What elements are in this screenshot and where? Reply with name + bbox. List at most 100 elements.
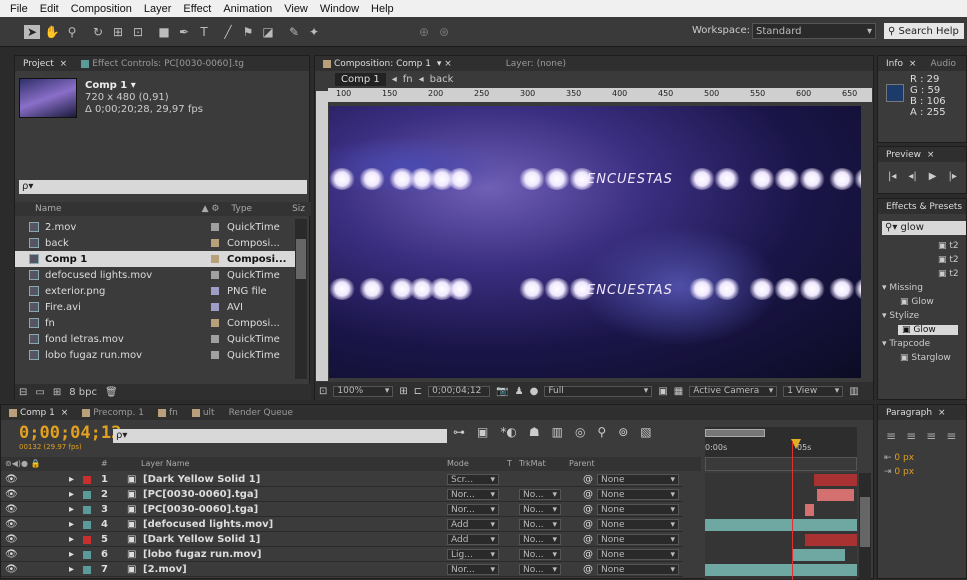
trkmat-dropdown[interactable]: No... ▾	[519, 504, 561, 515]
visibility-icon[interactable]: 👁	[5, 534, 18, 545]
puppet-tool-icon[interactable]: ✦	[306, 25, 322, 39]
camera-tool-icon[interactable]: ⊞	[110, 25, 126, 39]
prev-frame-icon[interactable]: ◂|	[908, 171, 916, 182]
project-item[interactable]: fond letras.mov QuickTime	[15, 331, 305, 347]
label-color[interactable]	[211, 335, 219, 343]
pan-behind-tool-icon[interactable]: ⊡	[130, 25, 146, 39]
first-frame-icon[interactable]: |◂	[888, 171, 896, 182]
col-layer-name[interactable]: Layer Name	[141, 459, 189, 468]
align-right-icon[interactable]: ≡	[926, 429, 936, 443]
col-t[interactable]: T	[507, 459, 512, 468]
camera-dropdown[interactable]: Active Camera ▾	[689, 385, 778, 397]
resolution-dropdown[interactable]: Full ▾	[544, 385, 653, 397]
tab-layer[interactable]: Layer: (none)	[502, 59, 570, 69]
timeline-search-input[interactable]: ρ▾	[113, 429, 447, 443]
breadcrumb-back[interactable]: back	[430, 74, 454, 85]
eraser-tool-icon[interactable]: ◪	[260, 25, 276, 39]
tab-effects-presets[interactable]: Effects & Presets	[882, 202, 966, 212]
label-color[interactable]	[211, 255, 219, 263]
layer-label-color[interactable]	[83, 505, 91, 514]
project-item[interactable]: Fire.avi AVI	[15, 299, 305, 315]
rotation-tool-icon[interactable]: ↻	[90, 25, 106, 39]
layer-row[interactable]: 👁 ▸ 7 ▣ [2.mov] Nor... ▾ No... ▾ @ None ▾	[1, 563, 683, 577]
parent-dropdown[interactable]: None ▾	[597, 534, 679, 545]
parent-dropdown[interactable]: None ▾	[597, 564, 679, 575]
snapshot-icon[interactable]: 📷	[496, 386, 508, 397]
new-comp-icon[interactable]: ⊞	[53, 387, 61, 398]
layer-mode-dropdown[interactable]: Add ▾	[447, 519, 499, 530]
roto-brush-tool-icon[interactable]: ✎	[286, 25, 302, 39]
expand-arrow-icon[interactable]: ▸	[69, 564, 74, 575]
col-parent[interactable]: Parent	[569, 459, 595, 468]
parent-pickwhip-icon[interactable]: @	[583, 519, 593, 530]
expand-arrow-icon[interactable]: ▸	[69, 549, 74, 560]
expand-arrow-icon[interactable]: ▸	[69, 474, 74, 485]
parent-pickwhip-icon[interactable]: @	[583, 564, 593, 575]
axis-mode-icon[interactable]: ⊕	[416, 25, 432, 39]
trkmat-dropdown[interactable]: No... ▾	[519, 549, 561, 560]
visibility-icon[interactable]: 👁	[5, 519, 18, 530]
new-folder-icon[interactable]: ▭	[35, 387, 44, 398]
project-item[interactable]: 2.mov QuickTime	[15, 219, 305, 235]
work-area-bar[interactable]	[705, 457, 857, 471]
tab-paragraph[interactable]: Paragraph ×	[882, 408, 950, 418]
shy-icon[interactable]: ☗	[529, 425, 540, 439]
layer-mode-dropdown[interactable]: Scr... ▾	[447, 474, 499, 485]
label-color[interactable]	[211, 319, 219, 327]
search-help-input[interactable]: ⚲ Search Help	[884, 23, 964, 39]
menu-item-view[interactable]: View	[278, 3, 314, 15]
pen-tool-icon[interactable]: ✒	[176, 25, 192, 39]
hand-tool-icon[interactable]: ✋	[44, 25, 60, 39]
tab-composition[interactable]: Composition: Comp 1 ▾ ×	[319, 59, 456, 69]
parent-dropdown[interactable]: None ▾	[597, 504, 679, 515]
menu-item-edit[interactable]: Edit	[34, 3, 65, 15]
safe-zones-icon[interactable]: ⊞	[399, 386, 407, 397]
layer-row[interactable]: 👁 ▸ 4 ▣ [defocused lights.mov] Add ▾ No... ▾ @ Non…	[1, 518, 683, 532]
effects-item[interactable]: ▣ t2	[880, 255, 967, 265]
menu-item-window[interactable]: Window	[314, 3, 365, 15]
tab-preview[interactable]: Preview ×	[882, 150, 938, 160]
expand-arrow-icon[interactable]: ▸	[69, 489, 74, 500]
mask-tool-icon[interactable]: ■	[156, 25, 172, 39]
timeline-tab[interactable]: ult	[188, 408, 219, 418]
tab-project[interactable]: Project ×	[19, 59, 71, 69]
local-axis-icon[interactable]: ⊛	[436, 25, 452, 39]
parent-pickwhip-icon[interactable]: @	[583, 549, 593, 560]
selection-tool-icon[interactable]: ➤	[24, 25, 40, 39]
indent-left[interactable]: ⇤ 0 px	[884, 453, 914, 463]
layer-label-color[interactable]	[83, 535, 91, 544]
visibility-icon[interactable]: 👁	[5, 564, 18, 575]
layer-name[interactable]: [PC[0030-0060].tga]	[143, 504, 258, 515]
effects-item[interactable]: ▣ Starglow	[880, 353, 967, 363]
parent-pickwhip-icon[interactable]: @	[583, 534, 593, 545]
layer-mode-dropdown[interactable]: Nor... ▾	[447, 489, 499, 500]
parent-pickwhip-icon[interactable]: @	[583, 474, 593, 485]
layer-name[interactable]: [defocused lights.mov]	[143, 519, 273, 530]
layer-duration-bar[interactable]	[793, 549, 845, 561]
menu-item-layer[interactable]: Layer	[138, 3, 178, 15]
region-of-interest-icon[interactable]: ▣	[658, 386, 667, 397]
breadcrumb-fn[interactable]: fn	[403, 74, 413, 85]
visibility-icon[interactable]: 👁	[5, 549, 18, 560]
draft-3d-icon[interactable]: *◐	[500, 425, 516, 439]
visibility-icon[interactable]: 👁	[5, 489, 18, 500]
parent-dropdown[interactable]: None ▾	[597, 549, 679, 560]
parent-pickwhip-icon[interactable]: @	[583, 504, 593, 515]
layer-name[interactable]: [lobo fugaz run.mov]	[143, 549, 261, 560]
timeline-tab[interactable]: Precomp. 1	[78, 408, 148, 418]
project-item[interactable]: lobo fugaz run.mov QuickTime	[15, 347, 305, 363]
effects-item[interactable]: ▾ Missing	[880, 283, 967, 293]
interpret-footage-icon[interactable]: ⊟	[19, 387, 27, 398]
timeline-timecode[interactable]: 0;00;04;12	[19, 423, 121, 443]
layer-row[interactable]: 👁 ▸ 6 ▣ [lobo fugaz run.mov] Lig... ▾ No... ▾ @ No…	[1, 548, 683, 562]
visibility-icon[interactable]: 👁	[5, 474, 18, 485]
menu-item-animation[interactable]: Animation	[217, 3, 278, 15]
parent-dropdown[interactable]: None ▾	[597, 474, 679, 485]
project-item[interactable]: defocused lights.mov QuickTime	[15, 267, 305, 283]
project-item[interactable]: fn Composi...	[15, 315, 305, 331]
transparency-grid-icon[interactable]: ▦	[674, 386, 683, 397]
effects-item[interactable]: ▾ Trapcode	[880, 339, 967, 349]
label-color[interactable]	[211, 287, 219, 295]
layer-mode-dropdown[interactable]: Lig... ▾	[447, 549, 499, 560]
align-center-icon[interactable]: ≡	[906, 429, 916, 443]
